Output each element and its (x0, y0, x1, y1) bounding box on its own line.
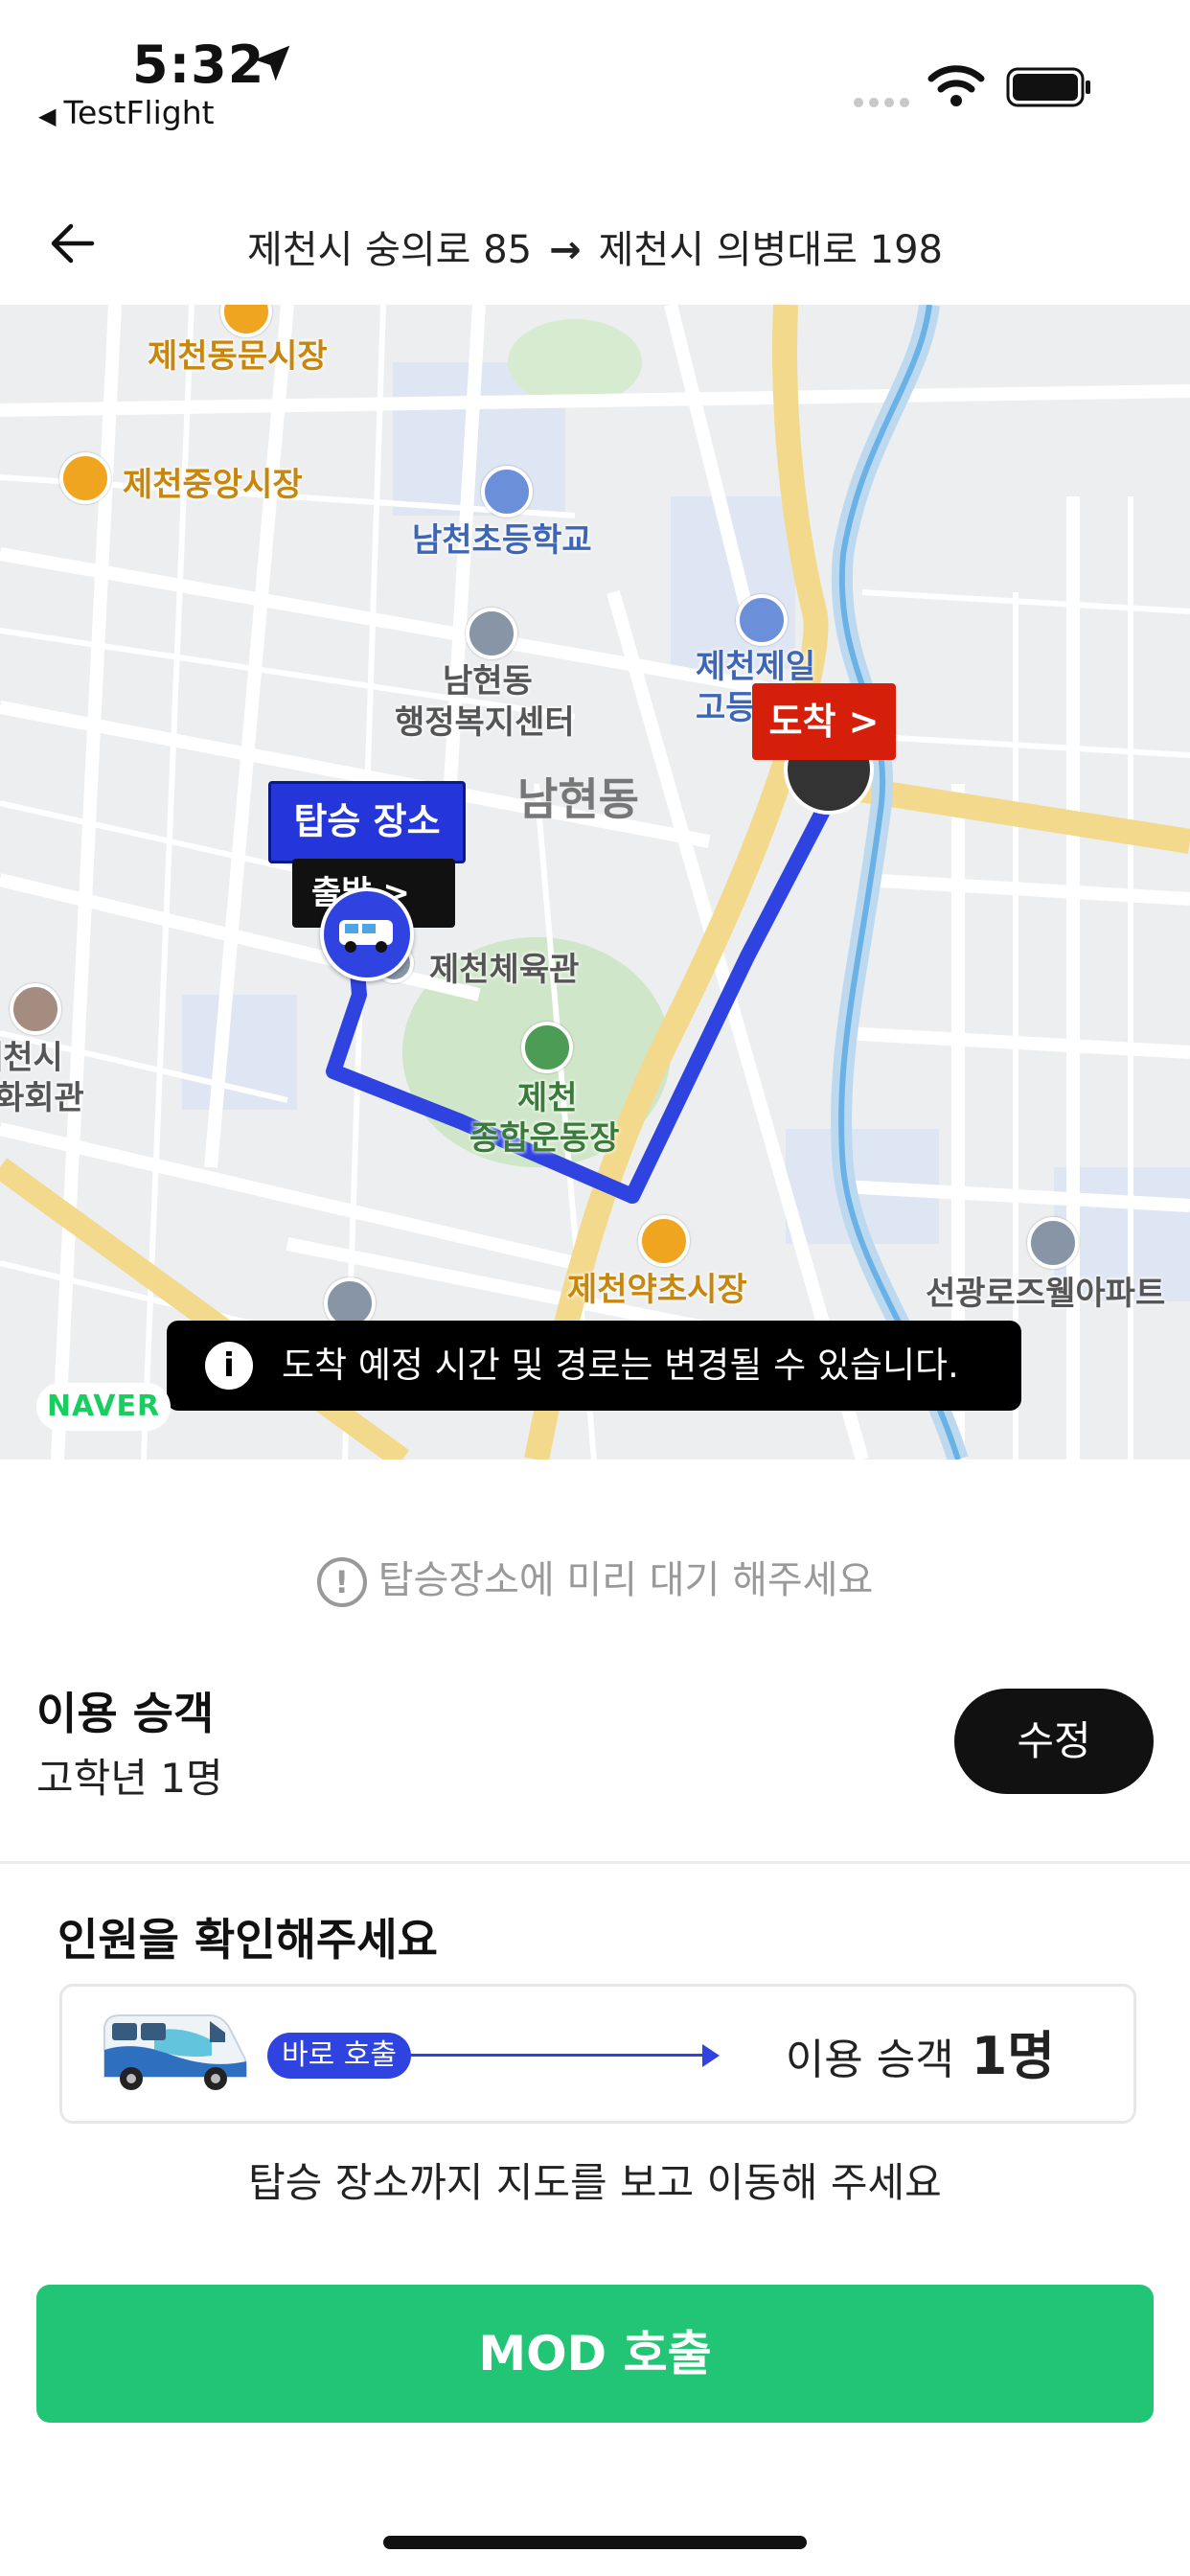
poi-dongmun-market: 제천동문시장 (148, 337, 328, 376)
stadium-pin-icon (521, 1022, 573, 1073)
card-passenger-count: 1명 (971, 2026, 1055, 2086)
home-indicator[interactable] (383, 2536, 807, 2549)
route-header: 제천시 숭의로 85 → 제천시 의병대로 198 (0, 192, 1190, 305)
call-progress-line (409, 2054, 706, 2057)
boarding-location-label: 탑승 장소 (268, 781, 466, 863)
government-pin-icon (466, 608, 517, 659)
poi-sports-complex-2: 종합운동장 (469, 1119, 620, 1158)
school-pin-icon (481, 466, 533, 518)
guide-text: 탑승 장소까지 지도를 보고 이동해 주세요 (248, 2159, 942, 2206)
wait-hint: ! 탑승장소에 미리 대기 해주세요 (0, 1549, 1190, 1607)
poi-namhyeon-center-2: 행정복지센터 (395, 703, 575, 742)
theater-pin-icon (10, 983, 61, 1035)
edit-passengers-button[interactable]: 수정 (954, 1689, 1154, 1794)
route-summary: 제천시 숭의로 85 → 제천시 의병대로 198 (0, 218, 1190, 274)
poi-arts-hall-2: 화회관 (0, 1079, 84, 1117)
exclamation-icon: ! (316, 1557, 367, 1607)
route-map[interactable]: 제천동문시장 제천중앙시장 남천초등학교 남현동 행정복지센터 제천제일 고등 … (0, 305, 1190, 1460)
card-passenger-summary: 이용 승객 1명 (786, 2013, 1055, 2089)
info-icon: i (205, 1342, 253, 1390)
route-arrow: → (549, 228, 582, 272)
poi-namcheon-school: 남천초등학교 (412, 521, 592, 560)
card-passenger-label: 이용 승객 (785, 2036, 954, 2084)
status-bar: 5:32 ◀ TestFlight (0, 0, 1190, 144)
passengers-title: 이용 승객 (36, 1688, 215, 1739)
instant-call-badge: 바로 호출 (267, 2033, 411, 2079)
poi-jeil-school-1: 제천제일 (696, 648, 816, 686)
poi-namhyeon-center-1: 남현동 (443, 662, 533, 701)
school-pin-icon (736, 594, 788, 646)
poi-namhyeon-dong: 남현동 (517, 773, 639, 825)
section-divider (0, 1861, 1190, 1864)
vehicle-marker-icon (320, 887, 414, 981)
back-to-app-link[interactable]: ◀ TestFlight (38, 94, 215, 131)
poi-jeil-school-2: 고등 (696, 689, 756, 727)
arrive-label[interactable]: 도착 > (752, 683, 896, 760)
passenger-confirm-card: 바로 호출 이용 승객 1명 (59, 1984, 1136, 2124)
destination-address: 제천시 의병대로 198 (598, 228, 944, 272)
passengers-value: 고학년 1명 (36, 1755, 223, 1802)
van-icon (103, 2014, 247, 2090)
mod-call-button[interactable]: MOD 호출 (36, 2285, 1154, 2423)
back-app-label: TestFlight (63, 94, 215, 131)
market-pin-icon (638, 1215, 690, 1267)
battery-icon (1006, 67, 1090, 107)
confirm-title: 인원을 확인해주세요 (57, 1914, 438, 1966)
apartment-pin-icon (1027, 1217, 1079, 1269)
poi-apartment: 선광로즈웰아파트 (926, 1275, 1166, 1313)
poi-jungang-market: 제천중앙시장 (123, 466, 303, 504)
poi-gym: 제천체육관 (429, 951, 580, 989)
cellular-signal-icon (854, 98, 909, 107)
origin-address: 제천시 숭의로 85 (246, 228, 533, 272)
arrow-right-icon (702, 2044, 720, 2067)
poi-herb-market: 제천약초시장 (567, 1271, 747, 1309)
route-notice-text: 도착 예정 시간 및 경로는 변경될 수 있습니다. (282, 1345, 959, 1386)
route-notice-banner: i 도착 예정 시간 및 경로는 변경될 수 있습니다. (167, 1321, 1021, 1411)
wait-hint-text: 탑승장소에 미리 대기 해주세요 (378, 1558, 874, 1602)
wifi-icon (927, 65, 985, 106)
market-pin-icon (59, 452, 111, 504)
location-arrow-icon (254, 45, 290, 81)
clock: 5:32 (132, 34, 265, 95)
naver-logo: NAVER (36, 1383, 171, 1431)
